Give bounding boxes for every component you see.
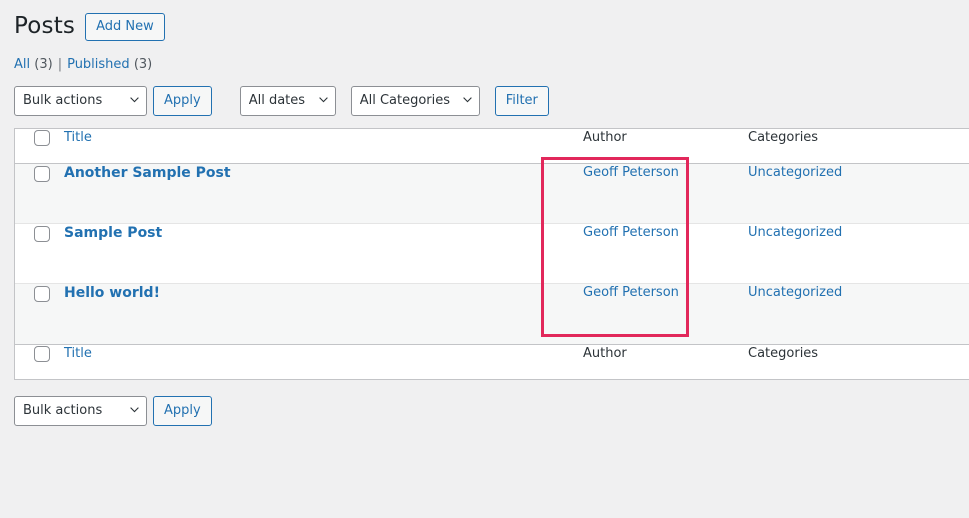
table-body: Another Sample Post Geoff Peterson Uncat… [15, 164, 969, 344]
row-categories-cell: Uncategorized [738, 284, 928, 344]
row-spacer-cell [928, 224, 969, 284]
bulk-actions-select-bottom[interactable]: Bulk actions [14, 396, 147, 426]
post-author-link[interactable]: Geoff Peterson [583, 285, 679, 300]
post-category-link[interactable]: Uncategorized [748, 285, 842, 300]
row-author-cell: Geoff Peterson [573, 284, 738, 344]
select-all-checkbox-top[interactable] [34, 130, 50, 146]
row-spacer-cell [928, 284, 969, 344]
tablenav-top: Bulk actions Apply All dates All Categor… [0, 86, 969, 116]
column-header-author: Author [573, 129, 738, 164]
row-categories-cell: Uncategorized [738, 164, 928, 224]
column-header-spacer [928, 129, 969, 164]
row-select-cell [15, 164, 61, 224]
status-link-published-item: Published (3) [67, 57, 152, 72]
post-title-link[interactable]: Sample Post [64, 225, 162, 241]
column-footer-spacer [928, 344, 969, 379]
bulk-actions-select-wrap-bottom: Bulk actions [14, 396, 147, 426]
sort-by-title-link-top[interactable]: Title [64, 130, 92, 145]
filter-by-category-select[interactable]: All Categories [350, 86, 480, 116]
row-checkbox[interactable] [34, 166, 50, 182]
post-author-link[interactable]: Geoff Peterson [583, 165, 679, 180]
row-categories-cell: Uncategorized [738, 224, 928, 284]
filter-button[interactable]: Filter [494, 86, 549, 116]
post-category-link[interactable]: Uncategorized [748, 165, 842, 180]
select-all-header [15, 129, 61, 164]
post-title-link[interactable]: Another Sample Post [64, 165, 231, 181]
status-link-all[interactable]: All [14, 57, 30, 72]
apply-button-top[interactable]: Apply [153, 86, 212, 116]
table-foot: Title Author Categories [15, 344, 969, 379]
post-category-link[interactable]: Uncategorized [748, 225, 842, 240]
table-header-row: Title Author Categories [15, 129, 969, 164]
post-title-link[interactable]: Hello world! [64, 285, 160, 301]
apply-button-bottom[interactable]: Apply [153, 396, 212, 426]
row-title-cell: Sample Post [61, 224, 573, 284]
status-link-all-item: All (3) [14, 57, 53, 72]
add-new-post-button[interactable]: Add New [85, 13, 165, 41]
status-count-all: (3) [34, 56, 53, 72]
post-status-links: All (3) | Published (3) [0, 55, 969, 73]
page-header: Posts Add New [0, 0, 969, 45]
bulk-actions-select-wrap: Bulk actions [14, 86, 147, 116]
filter-by-date-select[interactable]: All dates [239, 86, 336, 116]
row-checkbox[interactable] [34, 286, 50, 302]
status-link-separator: | [57, 56, 63, 72]
column-footer-title: Title [61, 344, 573, 379]
row-spacer-cell [928, 164, 969, 224]
bulk-actions-select-top[interactable]: Bulk actions [14, 86, 147, 116]
status-count-published: (3) [133, 56, 153, 72]
row-checkbox[interactable] [34, 226, 50, 242]
page-title: Posts [14, 13, 76, 40]
select-all-footer [15, 344, 61, 379]
column-header-categories: Categories [738, 129, 928, 164]
post-author-link[interactable]: Geoff Peterson [583, 225, 679, 240]
row-title-cell: Another Sample Post [61, 164, 573, 224]
row-select-cell [15, 224, 61, 284]
column-footer-categories: Categories [738, 344, 928, 379]
dates-select-wrap: All dates [239, 86, 336, 116]
row-author-cell: Geoff Peterson [573, 224, 738, 284]
column-footer-author: Author [573, 344, 738, 379]
categories-select-wrap: All Categories [350, 86, 480, 116]
table-head: Title Author Categories [15, 129, 969, 164]
table-row: Hello world! Geoff Peterson Uncategorize… [15, 284, 969, 344]
table-footer-row: Title Author Categories [15, 344, 969, 379]
table-row: Another Sample Post Geoff Peterson Uncat… [15, 164, 969, 224]
row-select-cell [15, 284, 61, 344]
posts-list-table: Title Author Categories Another Sample P… [14, 128, 969, 380]
sort-by-title-link-bottom[interactable]: Title [64, 346, 92, 361]
table-row: Sample Post Geoff Peterson Uncategorized [15, 224, 969, 284]
row-author-cell: Geoff Peterson [573, 164, 738, 224]
select-all-checkbox-bottom[interactable] [34, 346, 50, 362]
tablenav-bottom: Bulk actions Apply [0, 396, 969, 426]
status-link-published[interactable]: Published [67, 57, 130, 72]
row-title-cell: Hello world! [61, 284, 573, 344]
column-header-title: Title [61, 129, 573, 164]
